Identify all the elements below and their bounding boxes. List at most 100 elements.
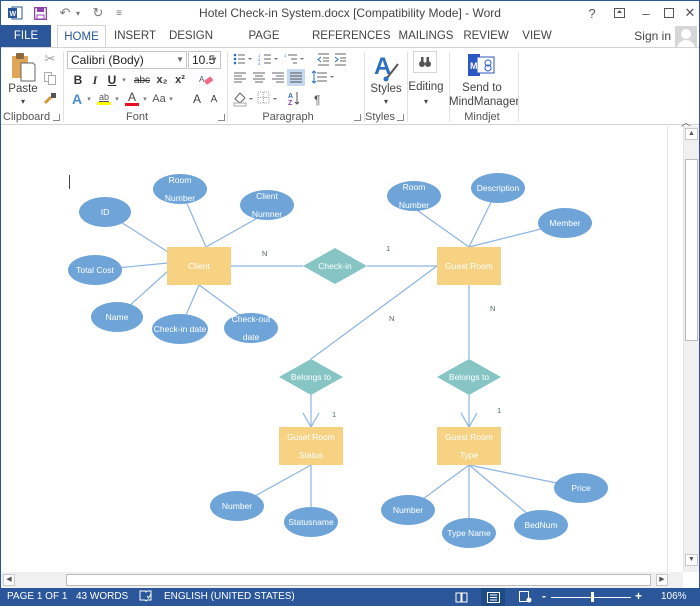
attribute-room-room-number[interactable]: Room Number <box>387 181 441 211</box>
attribute-status-statusname[interactable]: Statusname <box>284 507 338 537</box>
font-color-dropdown-icon[interactable]: ▾ <box>141 91 149 107</box>
er-diagram[interactable]: ID Room Number Client Numner Total Cost Name Ch… <box>1 126 667 572</box>
attribute-type-bednum[interactable]: BedNum <box>514 510 568 540</box>
increase-indent-icon[interactable] <box>334 53 346 66</box>
attribute-type-number[interactable]: Number <box>381 495 435 525</box>
paragraph-launcher-icon[interactable] <box>354 114 361 121</box>
borders-icon[interactable] <box>257 91 277 104</box>
entity-client[interactable]: Client <box>167 247 231 285</box>
font-color-button[interactable]: A <box>125 89 139 107</box>
entity-guest-room-type[interactable]: Guest Room Type <box>437 427 501 465</box>
close-button[interactable]: ✕ <box>677 3 700 23</box>
align-center-icon[interactable] <box>253 72 265 83</box>
highlight-color-button[interactable]: ab <box>96 89 112 107</box>
ribbon-display-options-button[interactable] <box>606 3 632 23</box>
text-effects-icon[interactable]: A <box>69 91 85 107</box>
attribute-status-number[interactable]: Number <box>210 491 264 521</box>
styles-icon[interactable]: A <box>371 52 401 82</box>
print-layout-icon[interactable] <box>481 588 505 606</box>
tab-references[interactable]: REFERENCES <box>312 25 391 47</box>
text-effects-dropdown-icon[interactable]: ▾ <box>85 91 93 107</box>
shrink-font-button[interactable]: A <box>207 91 221 107</box>
change-case-dropdown-icon[interactable]: ▾ <box>167 91 175 107</box>
vertical-scrollbar[interactable]: ▲ ▼ <box>683 126 699 572</box>
align-left-icon[interactable] <box>234 72 246 83</box>
vertical-scroll-thumb[interactable] <box>685 159 698 341</box>
chevron-down-icon[interactable]: ▼ <box>210 52 218 68</box>
justify-icon[interactable] <box>287 69 305 86</box>
styles-launcher-icon[interactable] <box>397 114 404 121</box>
shading-icon[interactable] <box>233 92 253 107</box>
language-indicator[interactable]: ENGLISH (UNITED STATES) <box>164 591 295 602</box>
highlight-dropdown-icon[interactable]: ▾ <box>113 91 121 107</box>
page-count[interactable]: PAGE 1 OF 1 <box>7 591 67 602</box>
superscript-button[interactable]: x² <box>172 72 188 88</box>
copy-icon[interactable] <box>42 70 58 86</box>
attribute-room-member[interactable]: Member <box>538 208 592 238</box>
tab-mailings[interactable]: MAILINGS <box>397 25 455 47</box>
tab-view[interactable]: VIEW <box>519 25 555 47</box>
editing-dropdown-icon[interactable]: ▾ <box>421 96 431 106</box>
attribute-client-number[interactable]: Client Numner <box>240 190 294 220</box>
horizontal-scrollbar[interactable]: ◀ ▶ <box>1 572 683 588</box>
zoom-in-button[interactable]: + <box>635 589 642 603</box>
tab-home[interactable]: HOME <box>57 25 106 48</box>
zoom-out-button[interactable]: - <box>542 589 546 603</box>
cut-icon[interactable]: ✂ <box>42 51 58 67</box>
proofing-icon[interactable] <box>139 590 152 605</box>
numbering-icon[interactable]: 123 <box>258 53 278 66</box>
grow-font-button[interactable]: A <box>190 91 204 107</box>
show-formatting-icon[interactable]: ¶ <box>314 93 320 107</box>
attribute-client-checkin-date[interactable]: Check-in date <box>152 314 208 344</box>
user-avatar[interactable] <box>675 26 697 47</box>
italic-button[interactable]: I <box>88 72 102 88</box>
zoom-slider-thumb[interactable] <box>590 592 594 602</box>
attribute-client-room-number[interactable]: Room Number <box>153 174 207 204</box>
attribute-client-name[interactable]: Name <box>91 302 143 332</box>
read-mode-icon[interactable] <box>449 588 473 606</box>
underline-button[interactable]: U <box>105 72 119 88</box>
font-name-combobox[interactable]: Calibri (Body) ▼ <box>67 51 187 69</box>
line-spacing-icon[interactable] <box>311 70 334 84</box>
relationship-belongs-to-status[interactable]: Belongs to <box>279 359 343 395</box>
editing-icon[interactable] <box>413 51 437 73</box>
clipboard-launcher-icon[interactable] <box>53 114 60 121</box>
strikethrough-button[interactable]: abc <box>132 72 152 88</box>
tab-file[interactable]: FILE <box>1 25 51 47</box>
zoom-level[interactable]: 106% <box>661 591 687 602</box>
word-count[interactable]: 43 WORDS <box>76 591 128 602</box>
help-button[interactable]: ? <box>579 3 605 23</box>
styles-button-label[interactable]: Styles <box>367 82 405 96</box>
chevron-down-icon[interactable]: ▼ <box>176 52 184 68</box>
editing-button-label[interactable]: Editing <box>407 80 445 94</box>
entity-guest-room-status[interactable]: Guset Room Status <box>279 427 343 465</box>
relationship-check-in[interactable]: Check-in <box>303 248 367 284</box>
bold-button[interactable]: B <box>71 72 85 88</box>
attribute-client-id[interactable]: ID <box>79 197 131 227</box>
entity-guest-room[interactable]: Guest Room <box>437 247 501 285</box>
tab-review[interactable]: REVIEW <box>463 25 509 47</box>
attribute-client-total-cost[interactable]: Total Cost <box>68 255 122 285</box>
underline-dropdown-icon[interactable]: ▾ <box>120 72 128 88</box>
web-layout-icon[interactable] <box>513 588 537 606</box>
mindmanager-icon[interactable]: M <box>468 53 496 77</box>
tab-design[interactable]: DESIGN <box>167 25 215 47</box>
sign-in-link[interactable]: Sign in <box>634 29 671 43</box>
align-right-icon[interactable] <box>272 72 284 83</box>
scroll-right-button[interactable]: ▶ <box>656 574 668 586</box>
scroll-down-button[interactable]: ▼ <box>685 554 698 566</box>
relationship-belongs-to-type[interactable]: Belongs to <box>437 359 501 395</box>
tab-insert[interactable]: INSERT <box>111 25 159 47</box>
scroll-left-button[interactable]: ◀ <box>3 574 15 586</box>
decrease-indent-icon[interactable] <box>317 53 329 66</box>
horizontal-scroll-thumb[interactable] <box>66 574 651 586</box>
format-painter-icon[interactable] <box>42 90 58 106</box>
tab-page-layout[interactable]: PAGE LAYOUT <box>225 25 303 64</box>
scroll-up-button[interactable]: ▲ <box>685 128 698 140</box>
multilevel-list-icon[interactable]: 1 <box>284 53 304 64</box>
paste-dropdown-icon[interactable]: ▾ <box>17 96 29 106</box>
attribute-client-checkout-date[interactable]: Check-out date <box>224 313 278 343</box>
bullets-icon[interactable] <box>233 53 252 65</box>
send-to-mindmanager-button[interactable]: Send to MindManager <box>449 81 519 109</box>
sort-icon[interactable]: AZ <box>288 92 300 107</box>
